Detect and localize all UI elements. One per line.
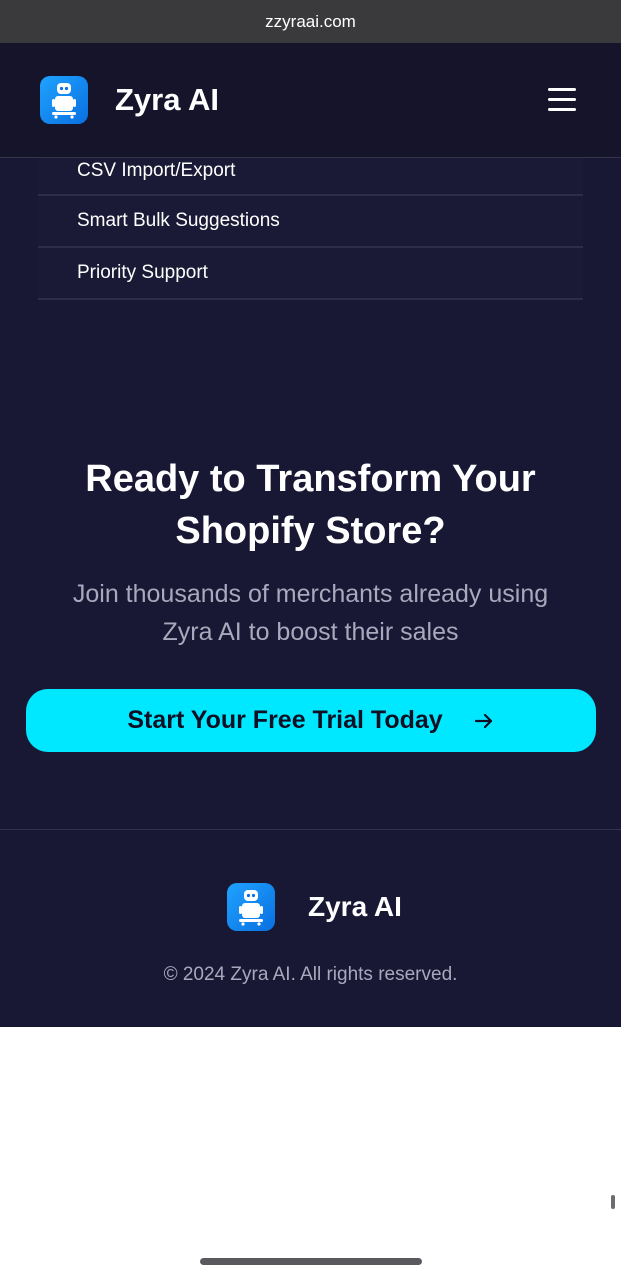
cta-heading-line-2: Shopify Store? bbox=[175, 510, 446, 552]
page-content: Zyra AI CSV Import/Export Smart Bulk Sug… bbox=[0, 43, 621, 1027]
cta-subtitle: Join thousands of merchants already usin… bbox=[30, 575, 591, 651]
footer-robot-icon bbox=[227, 883, 275, 931]
start-free-trial-label: Start Your Free Trial Today bbox=[127, 706, 443, 734]
url-text: zzyraai.com bbox=[265, 11, 356, 31]
home-indicator[interactable] bbox=[200, 1258, 422, 1265]
browser-url-bar[interactable]: zzyraai.com bbox=[0, 0, 621, 43]
feature-item-smart-bulk-suggestions: Smart Bulk Suggestions bbox=[38, 196, 583, 248]
cta-subtitle-line-1: Join thousands of merchants already usin… bbox=[72, 580, 549, 608]
site-header: Zyra AI bbox=[0, 43, 621, 158]
feature-item-csv-import-export: CSV Import/Export bbox=[38, 158, 583, 196]
cta-heading-line-1: Ready to Transform Your bbox=[85, 458, 536, 500]
scroll-indicator[interactable] bbox=[611, 1195, 615, 1209]
hamburger-menu-icon[interactable] bbox=[546, 86, 578, 114]
arrow-right-icon bbox=[474, 713, 492, 728]
start-free-trial-button[interactable]: Start Your Free Trial Today bbox=[26, 689, 596, 752]
copyright-text: © 2024 Zyra AI. All rights reserved. bbox=[163, 964, 458, 985]
cta-heading: Ready to Transform Your Shopify Store? bbox=[0, 453, 621, 557]
robot-icon[interactable] bbox=[40, 76, 88, 124]
site-footer: Zyra AI © 2024 Zyra AI. All rights reser… bbox=[0, 829, 621, 1027]
cta-subtitle-line-2: Zyra AI to boost their sales bbox=[162, 618, 459, 646]
feature-item-priority-support: Priority Support bbox=[38, 248, 583, 300]
brand-name[interactable]: Zyra AI bbox=[115, 80, 219, 120]
footer-brand-name: Zyra AI bbox=[308, 891, 402, 922]
feature-list: CSV Import/Export Smart Bulk Suggestions… bbox=[38, 158, 583, 300]
